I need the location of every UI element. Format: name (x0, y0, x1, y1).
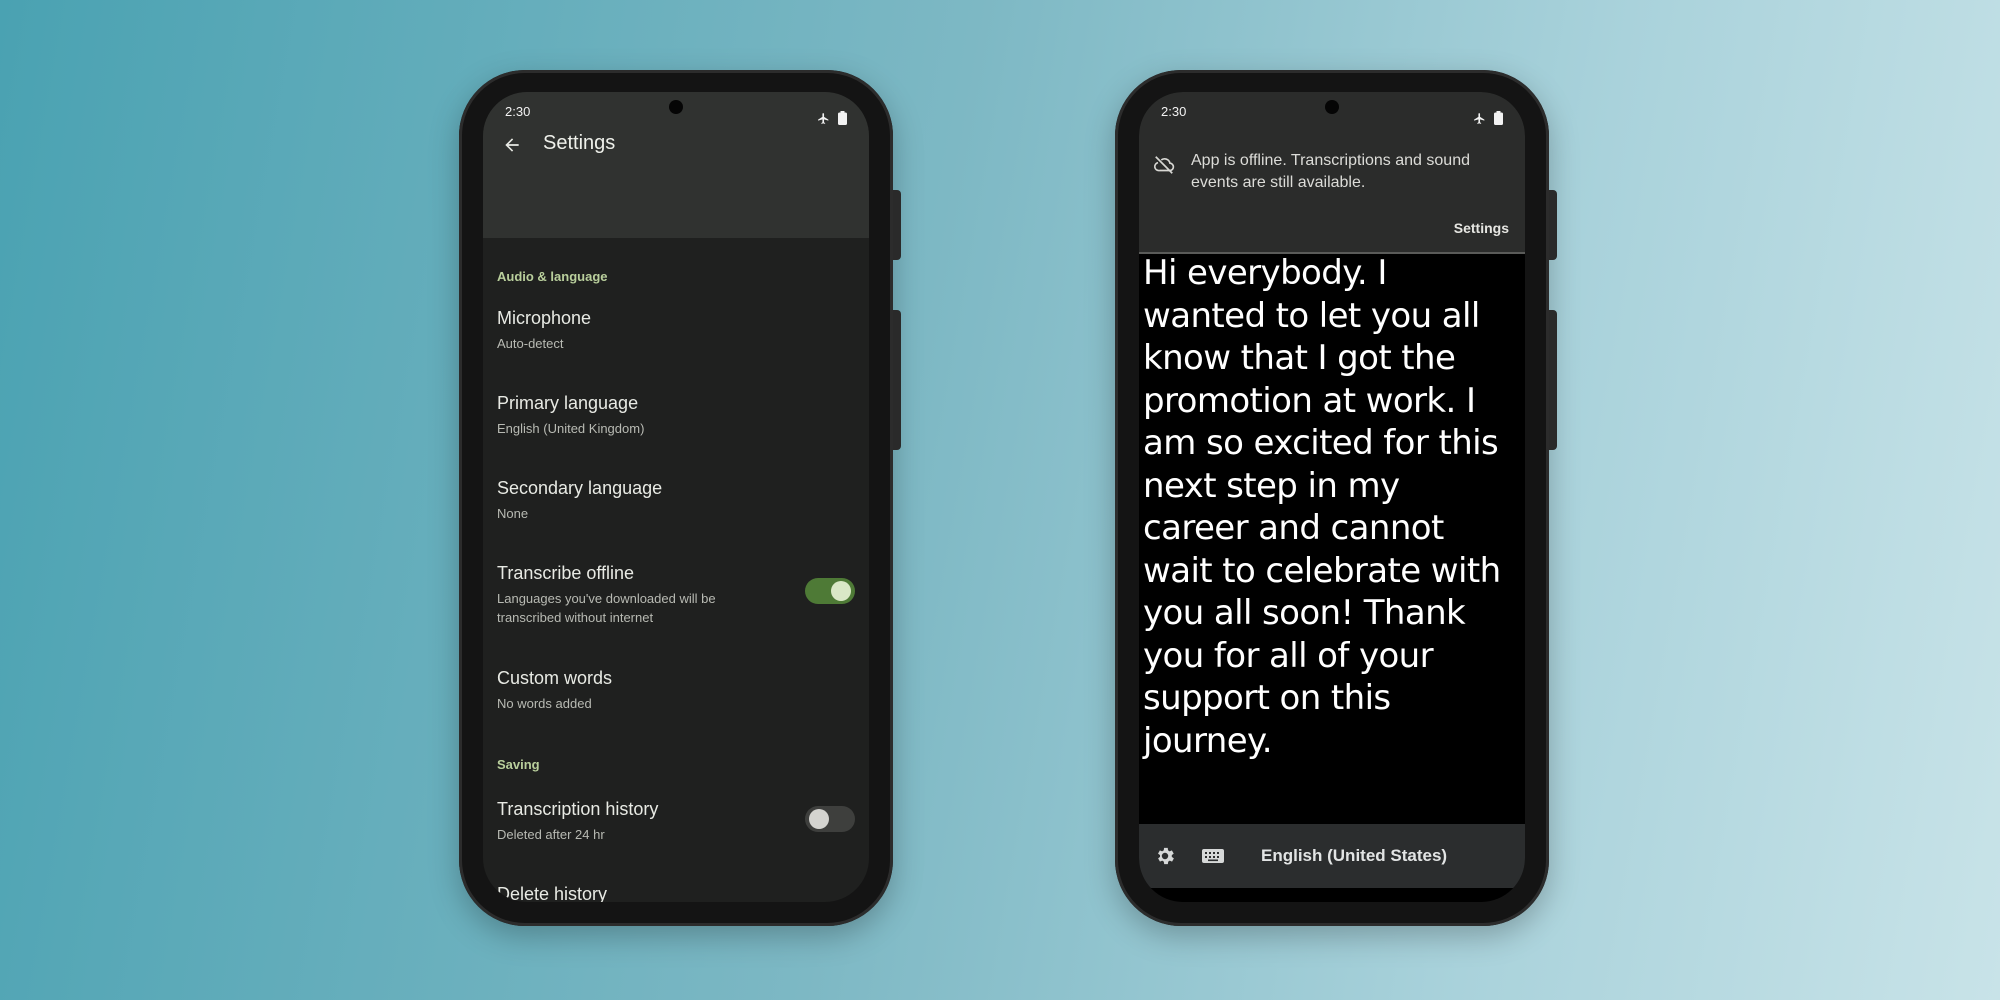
banner-settings-button[interactable]: Settings (1454, 220, 1509, 236)
status-time: 2:30 (1161, 104, 1187, 119)
pref-custom-words[interactable]: Custom words No words added (497, 668, 855, 713)
front-camera (669, 100, 683, 114)
pref-title: Transcribe offline (497, 563, 635, 583)
offline-message: App is offline. Transcriptions and sound… (1191, 152, 1470, 191)
pref-title: Custom words (497, 668, 613, 688)
keyboard-button[interactable] (1193, 846, 1233, 866)
settings-screen: 2:30 Settings Audio & language Microphon… (483, 92, 869, 902)
volume-button (1549, 310, 1557, 450)
power-button (1549, 190, 1557, 260)
toggle-knob (809, 809, 829, 829)
pref-summary: English (United Kingdom) (497, 421, 645, 436)
settings-button[interactable] (1145, 845, 1185, 867)
battery-icon (1494, 111, 1503, 125)
page-title: Settings (543, 132, 616, 154)
pref-secondary-language[interactable]: Secondary language None (497, 478, 855, 523)
pref-summary: None (497, 506, 529, 521)
pref-title: Primary language (497, 393, 639, 413)
status-time: 2:30 (505, 104, 531, 119)
front-camera (1325, 100, 1339, 114)
battery-icon (838, 111, 847, 125)
power-button (893, 190, 901, 260)
gear-icon (1158, 847, 1174, 865)
bottom-bar: English (United States) (1139, 824, 1525, 888)
pref-title: Microphone (497, 308, 592, 328)
pref-transcription-history[interactable]: Transcription history Deleted after 24 h… (497, 799, 855, 844)
pref-title: Secondary language (497, 478, 663, 498)
section-title-audio-language: Audio & language (497, 269, 608, 284)
pref-title: Transcription history (497, 799, 659, 819)
pref-summary: No words added (497, 696, 592, 711)
language-selector[interactable]: English (United States) (1261, 846, 1447, 866)
pref-summary: Languages you've downloaded will be tran… (497, 591, 716, 625)
keyboard-icon (1202, 849, 1224, 863)
toggle-knob (831, 581, 851, 601)
airplane-icon (1474, 112, 1485, 124)
pref-transcribe-offline[interactable]: Transcribe offline Languages you've down… (497, 563, 855, 627)
airplane-icon (818, 112, 829, 124)
arrow-back-icon (505, 138, 519, 152)
settings-list: Audio & language Microphone Auto-detect … (483, 238, 869, 902)
transcription-history-toggle[interactable] (805, 806, 855, 832)
back-button[interactable] (497, 130, 527, 160)
pref-title: Delete history (497, 884, 608, 902)
pref-summary: Deleted after 24 hr (497, 827, 605, 842)
transcript-text: Hi everybody. I wanted to let you all kn… (1143, 253, 1501, 761)
pref-primary-language[interactable]: Primary language English (United Kingdom… (497, 393, 855, 438)
section-title-saving: Saving (497, 757, 540, 772)
pref-delete-history[interactable]: Delete history (497, 884, 855, 902)
transcript-screen: App is offline. Transcriptions and sound… (1139, 92, 1525, 902)
transcribe-offline-toggle[interactable] (805, 578, 855, 604)
volume-button (893, 310, 901, 450)
phone-transcript: App is offline. Transcriptions and sound… (1115, 70, 1557, 926)
phone-settings: 2:30 Settings Audio & language Microphon… (459, 70, 901, 926)
cloud-off-icon (1154, 156, 1175, 174)
pref-microphone[interactable]: Microphone Auto-detect (497, 308, 855, 353)
pref-summary: Auto-detect (497, 336, 564, 351)
